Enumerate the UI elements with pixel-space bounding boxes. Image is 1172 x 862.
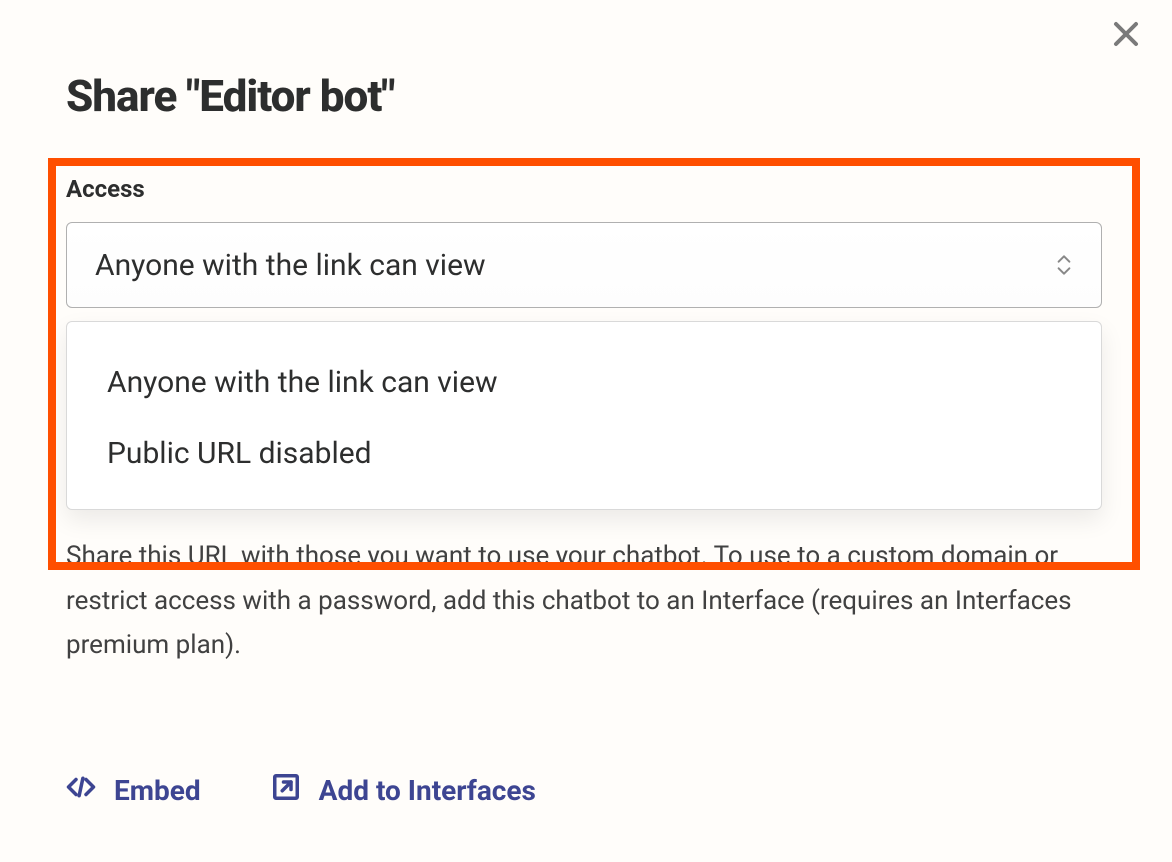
code-icon bbox=[66, 772, 96, 809]
access-option-anyone-link[interactable]: Anyone with the link can view bbox=[67, 347, 1101, 418]
share-help-text: Share this URL with those you want to us… bbox=[66, 534, 1102, 668]
access-option-public-disabled[interactable]: Public URL disabled bbox=[67, 418, 1101, 489]
embed-label: Embed bbox=[114, 774, 201, 807]
add-to-interfaces-label: Add to Interfaces bbox=[319, 774, 536, 807]
add-to-interfaces-link[interactable]: Add to Interfaces bbox=[271, 772, 536, 809]
dialog-title: Share "Editor bot" bbox=[66, 70, 394, 122]
close-button[interactable] bbox=[1108, 18, 1144, 54]
external-link-icon bbox=[271, 772, 301, 809]
access-select-value: Anyone with the link can view bbox=[95, 248, 486, 283]
actions-row: Embed Add to Interfaces bbox=[66, 772, 536, 809]
access-label: Access bbox=[66, 175, 145, 203]
close-icon bbox=[1111, 19, 1141, 53]
chevron-up-down-icon bbox=[1055, 253, 1073, 277]
access-select[interactable]: Anyone with the link can view bbox=[66, 222, 1102, 308]
embed-link[interactable]: Embed bbox=[66, 772, 201, 809]
access-dropdown: Anyone with the link can view Public URL… bbox=[66, 321, 1102, 510]
